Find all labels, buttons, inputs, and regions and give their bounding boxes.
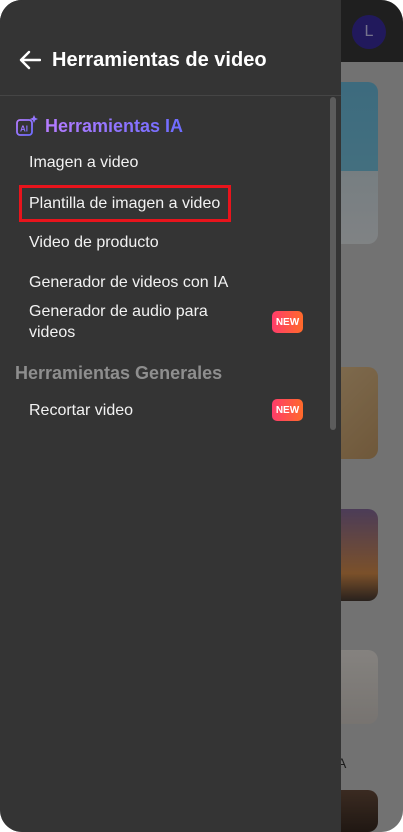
drawer-header: Herramientas de video	[0, 0, 341, 96]
new-badge: NEW	[272, 311, 303, 333]
new-badge: NEW	[272, 399, 303, 421]
tools-drawer: Herramientas de video AI Herramientas IA…	[0, 0, 341, 832]
menu-item-video-audio-generator[interactable]: Generador de audio para videos	[29, 301, 208, 343]
back-button[interactable]	[16, 47, 44, 73]
ai-sparkle-icon: AI	[16, 115, 38, 136]
menu-item-trim-video[interactable]: Recortar video	[29, 400, 133, 421]
section-label: Herramientas IA	[45, 116, 184, 136]
section-header-ai-tools: AI Herramientas IA	[15, 114, 183, 138]
menu-item-label-line2: videos	[29, 324, 76, 341]
menu-item-label-line1: Generador de audio para	[29, 303, 208, 320]
drawer-title: Herramientas de video	[52, 49, 267, 71]
phone-screen: L A Herramientas de video AI Herramienta…	[0, 0, 403, 832]
scrollbar[interactable]	[330, 97, 336, 430]
menu-item-image-to-video-template[interactable]: Plantilla de imagen a video	[29, 193, 220, 214]
arrow-left-icon	[19, 50, 41, 70]
svg-text:AI: AI	[20, 125, 28, 134]
section-header-general-tools: Herramientas Generales	[15, 363, 223, 383]
menu-item-image-to-video[interactable]: Imagen a video	[29, 152, 138, 173]
menu-item-product-video[interactable]: Video de producto	[29, 232, 159, 253]
menu-item-ai-video-generator[interactable]: Generador de videos con IA	[29, 272, 228, 293]
